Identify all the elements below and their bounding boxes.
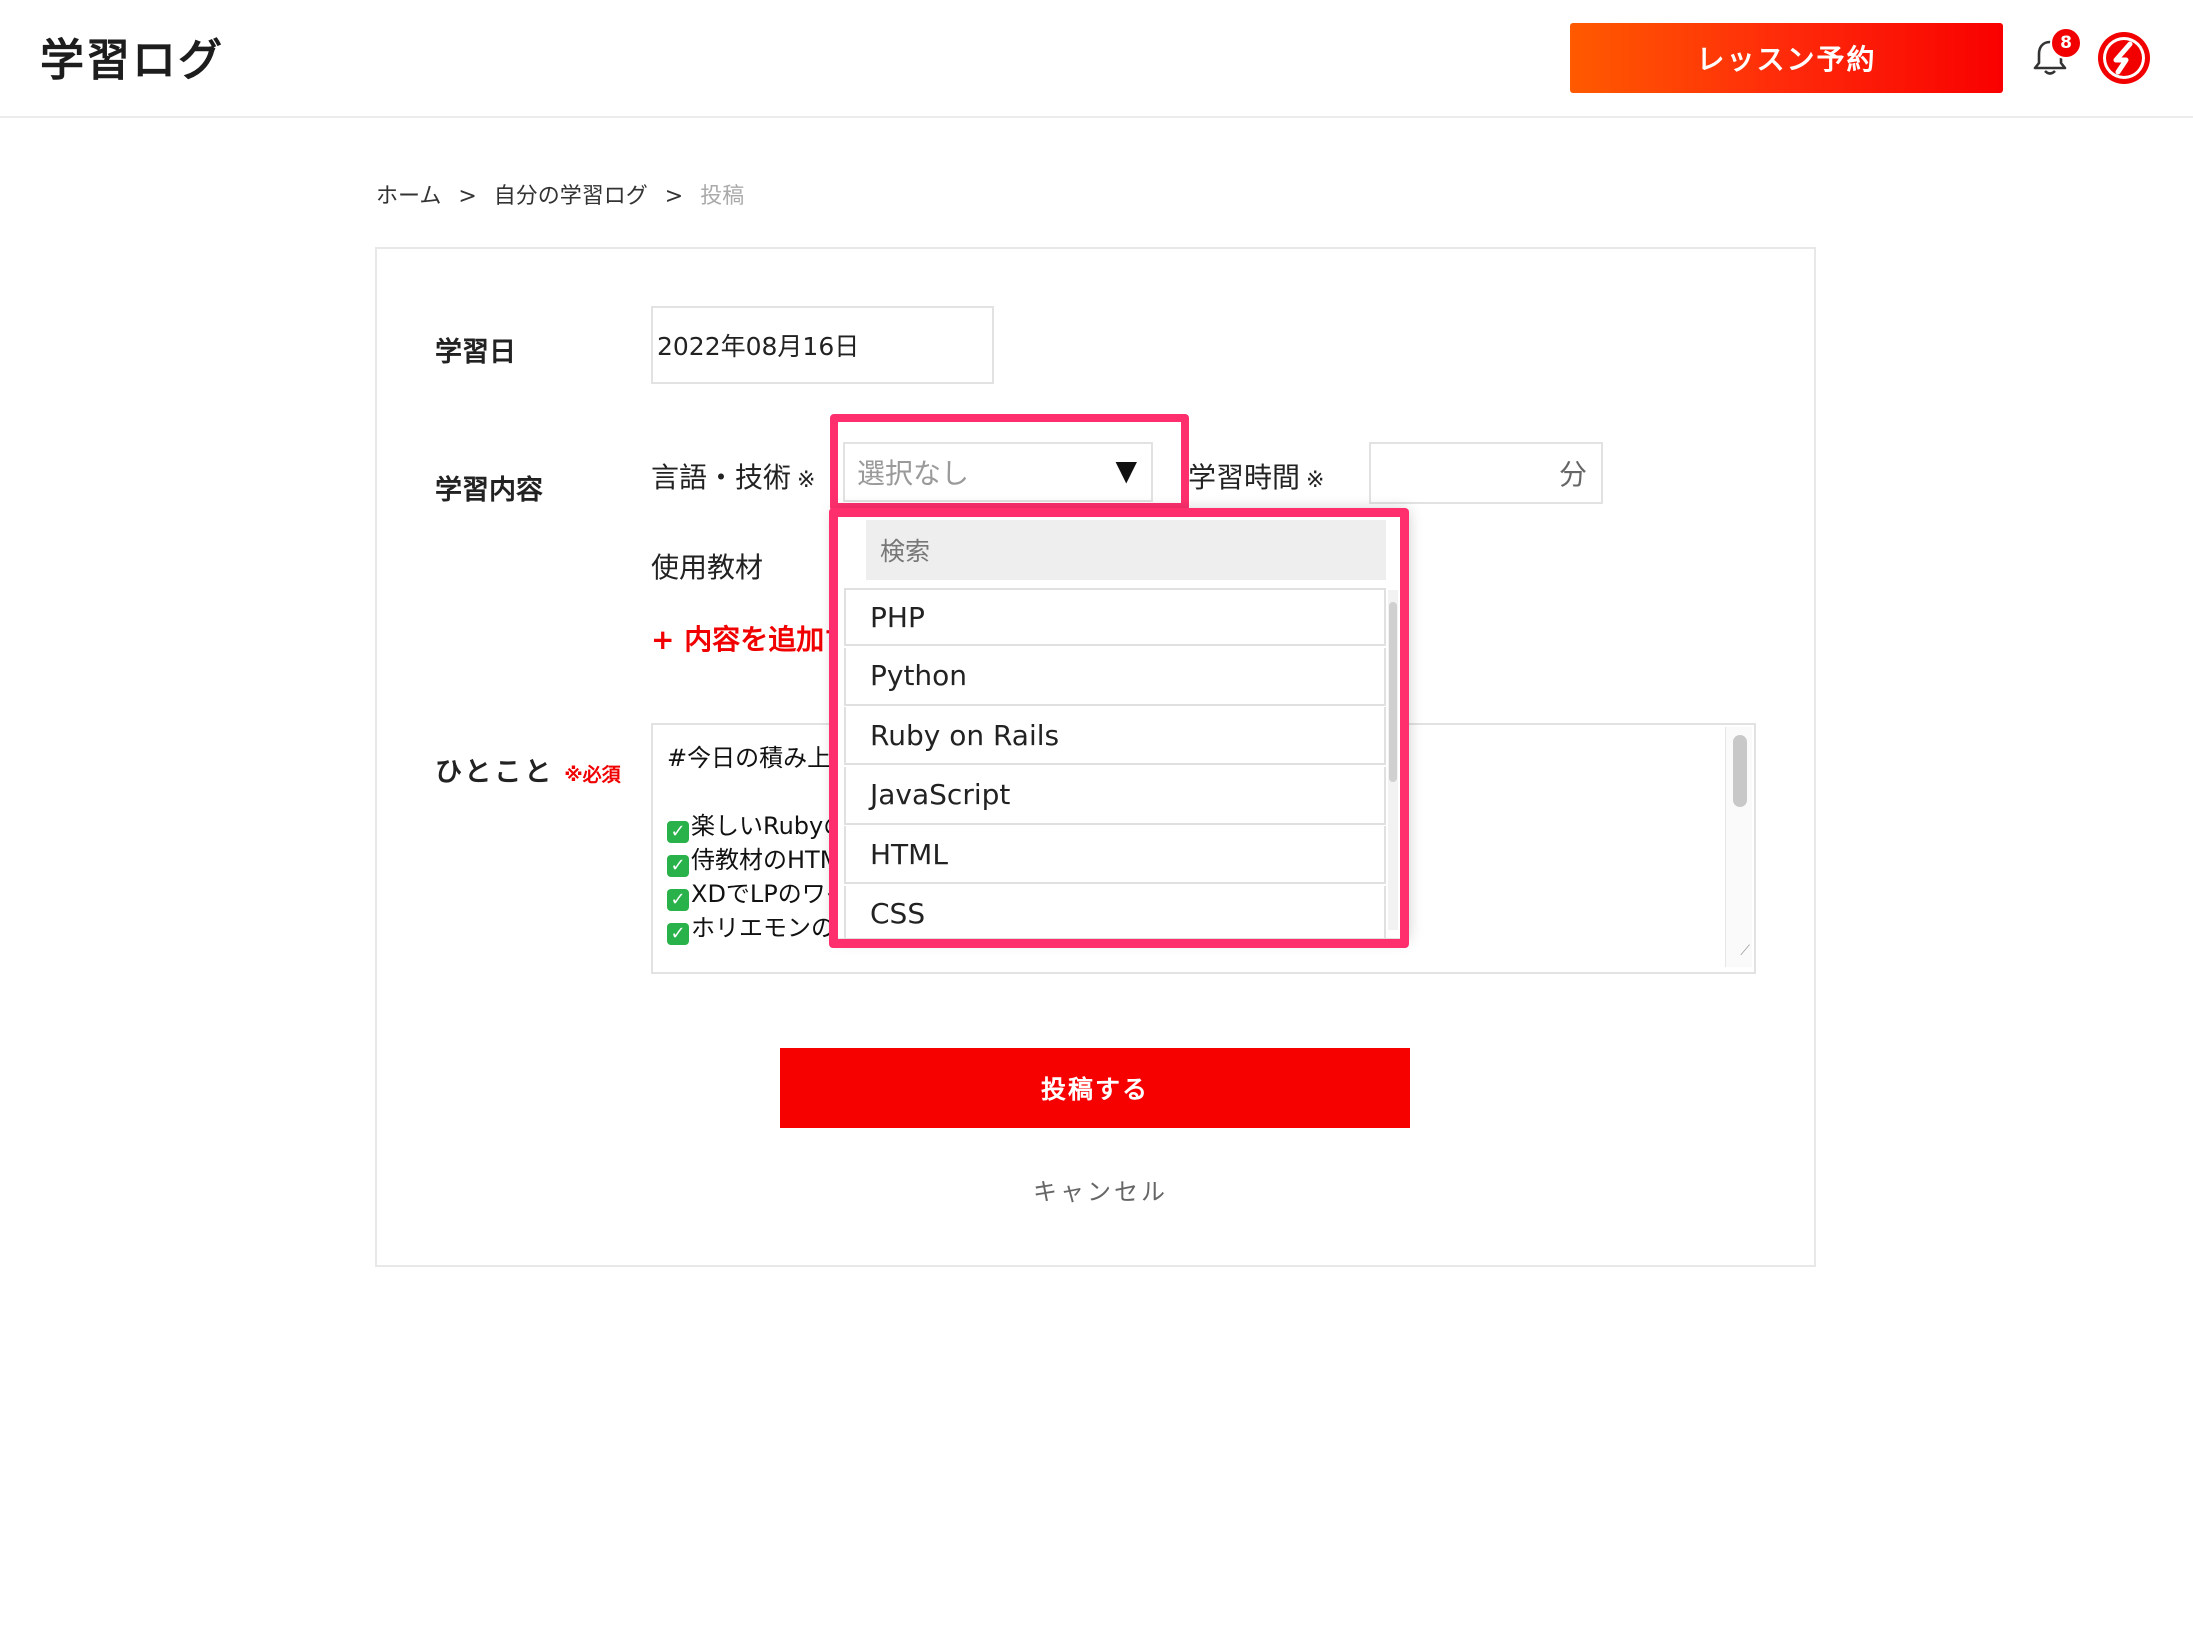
top-header: 学習ログ レッスン予約 8 <box>0 0 2193 118</box>
cancel-link[interactable]: キャンセル <box>1033 1172 1168 1207</box>
checkmark-icon: ✓ <box>667 821 689 843</box>
textarea-scrollbar[interactable] <box>1725 727 1752 967</box>
study-minutes-input[interactable]: 分 <box>1369 442 1603 504</box>
textarea-scroll-thumb[interactable] <box>1733 735 1747 807</box>
breadcrumb-separator: > <box>458 184 477 209</box>
material-label: 使用教材 <box>651 551 764 584</box>
required-mark: ※ <box>797 468 816 493</box>
comment-label-text: ひとこと <box>435 757 555 788</box>
required-mark: ※ <box>1306 468 1325 493</box>
lesson-reserve-button[interactable]: レッスン予約 <box>1570 23 2003 93</box>
study-time-label: 学習時間 ※ <box>1188 456 1324 496</box>
notification-badge: 8 <box>2050 27 2082 59</box>
study-time-label-text: 学習時間 <box>1188 461 1301 494</box>
avatar[interactable] <box>2096 30 2152 86</box>
study-content-label: 学習内容 <box>435 475 543 506</box>
resize-handle-icon[interactable]: ⟋ <box>1740 934 1750 968</box>
breadcrumb: ホーム > 自分の学習ログ > 投稿 <box>376 178 754 210</box>
checkmark-icon: ✓ <box>667 889 689 911</box>
language-label-text: 言語・技術 <box>651 461 792 494</box>
select-highlight-frame <box>830 414 1189 511</box>
dropdown-highlight-frame <box>829 508 1409 948</box>
breadcrumb-current: 投稿 <box>700 184 745 209</box>
site-logo[interactable]: 学習ログ <box>40 24 224 88</box>
study-date-label: 学習日 <box>435 337 516 368</box>
breadcrumb-home[interactable]: ホーム <box>376 184 441 209</box>
study-date-field[interactable]: 2022年08月16日 <box>651 306 994 384</box>
checkmark-icon: ✓ <box>667 923 689 945</box>
comment-line-text: 楽しいRubyの <box>691 812 848 840</box>
comment-label: ひとこと ※必須 <box>435 750 621 789</box>
comment-required: ※必須 <box>564 764 621 786</box>
submit-button[interactable]: 投稿する <box>780 1048 1410 1128</box>
breadcrumb-my-log[interactable]: 自分の学習ログ <box>494 184 648 209</box>
checkmark-icon: ✓ <box>667 855 689 877</box>
language-label: 言語・技術 ※ <box>651 456 815 496</box>
minutes-unit: 分 <box>1558 458 1587 491</box>
breadcrumb-separator: > <box>664 184 684 209</box>
